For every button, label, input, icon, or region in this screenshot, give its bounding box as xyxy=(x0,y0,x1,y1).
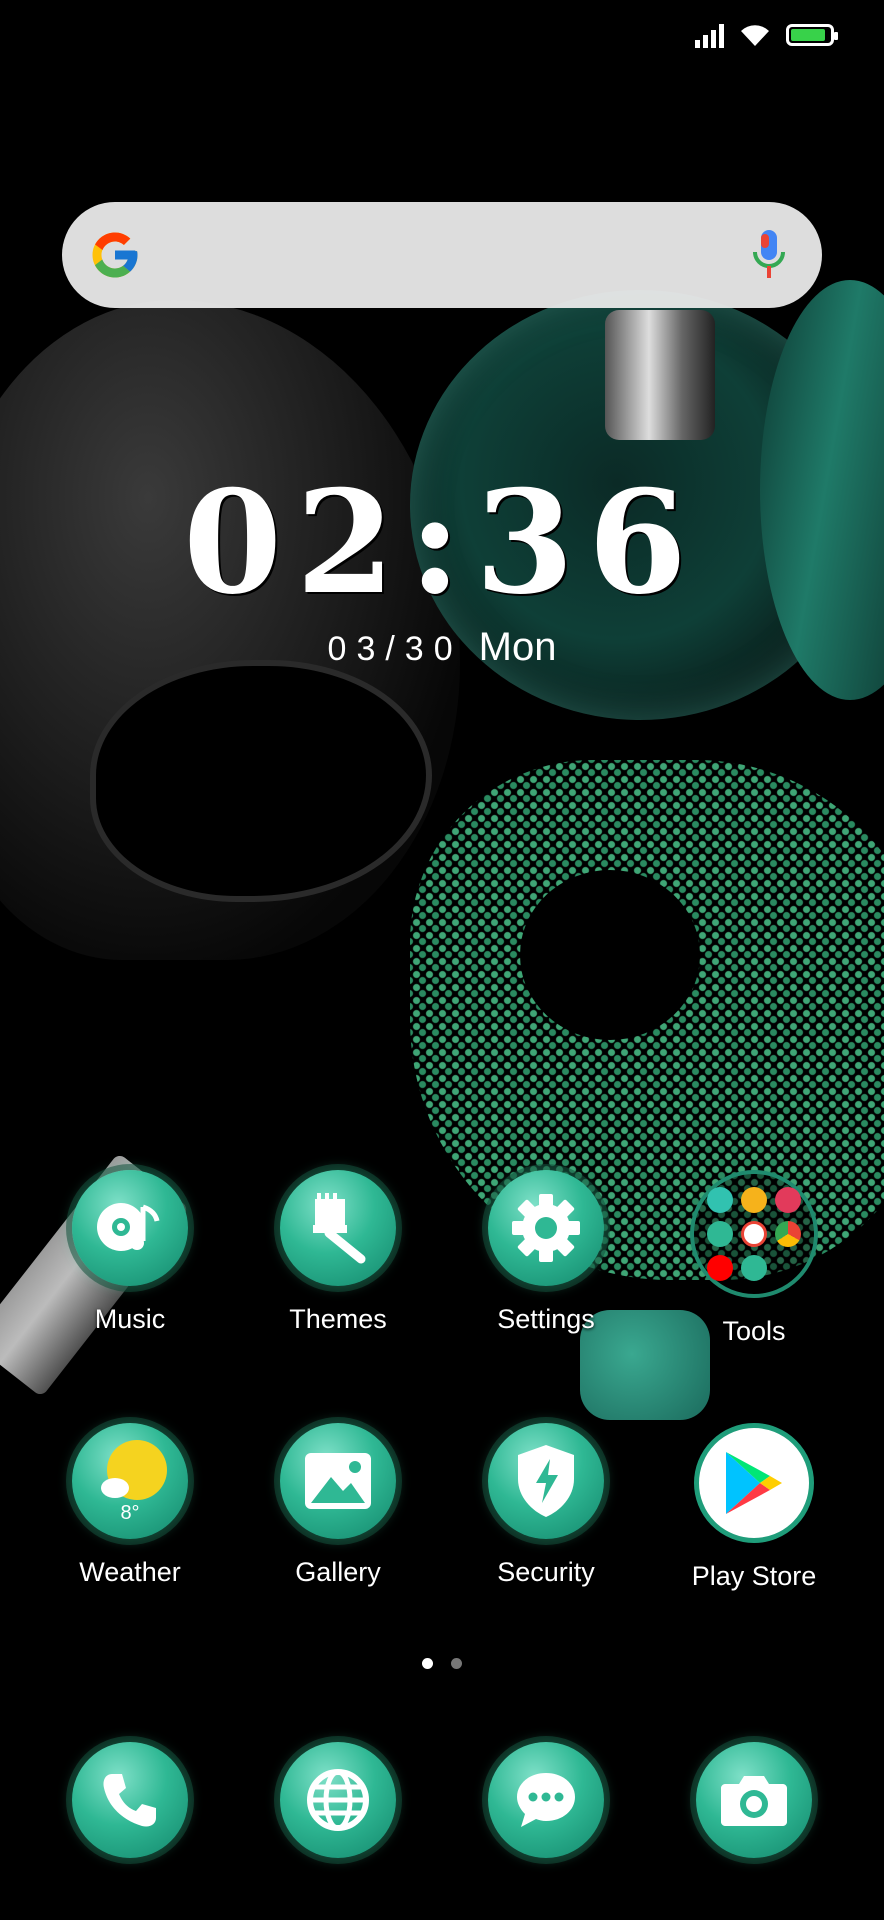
weather-icon: 8° xyxy=(72,1423,188,1539)
mini-app-icon xyxy=(775,1187,801,1213)
image-icon xyxy=(280,1423,396,1539)
mic-icon[interactable] xyxy=(752,228,786,282)
app-label: Play Store xyxy=(691,1561,817,1591)
message-icon xyxy=(488,1742,604,1858)
app-label: Gallery xyxy=(295,1557,381,1587)
mini-app-icon xyxy=(707,1187,733,1213)
page-dot-active[interactable] xyxy=(422,1658,433,1669)
weather-temp: 8° xyxy=(120,1502,140,1524)
dock-browser[interactable] xyxy=(238,1742,438,1858)
phone-icon xyxy=(72,1742,188,1858)
app-themes[interactable]: Themes xyxy=(238,1170,438,1335)
youtube-mini-icon xyxy=(707,1255,733,1281)
app-weather[interactable]: 8° Weather xyxy=(30,1423,230,1588)
app-label: Music xyxy=(94,1304,166,1334)
page-dot[interactable] xyxy=(451,1658,462,1669)
gmail-mini-icon xyxy=(741,1221,767,1247)
globe-icon xyxy=(280,1742,396,1858)
mini-app-icon xyxy=(741,1187,767,1213)
google-search-bar[interactable] xyxy=(62,202,822,308)
dock-camera[interactable] xyxy=(654,1742,854,1858)
app-folder-tools[interactable]: Tools xyxy=(654,1170,854,1347)
app-label: Settings xyxy=(497,1304,595,1334)
wallpaper-beads-gap xyxy=(520,870,700,1040)
battery-icon xyxy=(786,24,838,46)
app-label: Tools xyxy=(722,1316,786,1346)
chrome-mini-icon xyxy=(775,1221,801,1247)
wifi-icon xyxy=(741,25,769,46)
app-label: Security xyxy=(497,1557,595,1587)
wallpaper-perfume-cap xyxy=(605,310,715,440)
shield-icon xyxy=(488,1423,604,1539)
page-indicator[interactable] xyxy=(0,1658,884,1669)
dock-messages[interactable] xyxy=(446,1742,646,1858)
app-music[interactable]: Music xyxy=(30,1170,230,1335)
app-gallery[interactable]: Gallery xyxy=(238,1423,438,1588)
clock-date-value: 03/30 xyxy=(327,630,463,668)
mini-app-icon xyxy=(741,1255,767,1281)
dock-phone[interactable] xyxy=(30,1742,230,1858)
folder-icon xyxy=(690,1170,818,1298)
gear-icon xyxy=(488,1170,604,1286)
signal-icon xyxy=(695,22,724,48)
app-security[interactable]: Security xyxy=(446,1423,646,1588)
clock-time[interactable]: 02:36 xyxy=(0,460,884,626)
mini-app-icon xyxy=(707,1221,733,1247)
music-icon xyxy=(72,1170,188,1286)
clock-date: 03/30 Mon xyxy=(0,625,884,670)
clock-day: Mon xyxy=(478,625,557,669)
app-settings[interactable]: Settings xyxy=(446,1170,646,1335)
play-store-icon xyxy=(694,1423,814,1543)
app-play-store[interactable]: Play Store xyxy=(654,1423,854,1592)
app-label: Weather xyxy=(79,1557,181,1587)
status-bar xyxy=(695,22,838,48)
google-logo-icon xyxy=(92,232,138,278)
app-label: Themes xyxy=(289,1304,387,1334)
camera-icon xyxy=(696,1742,812,1858)
paintbrush-icon xyxy=(280,1170,396,1286)
